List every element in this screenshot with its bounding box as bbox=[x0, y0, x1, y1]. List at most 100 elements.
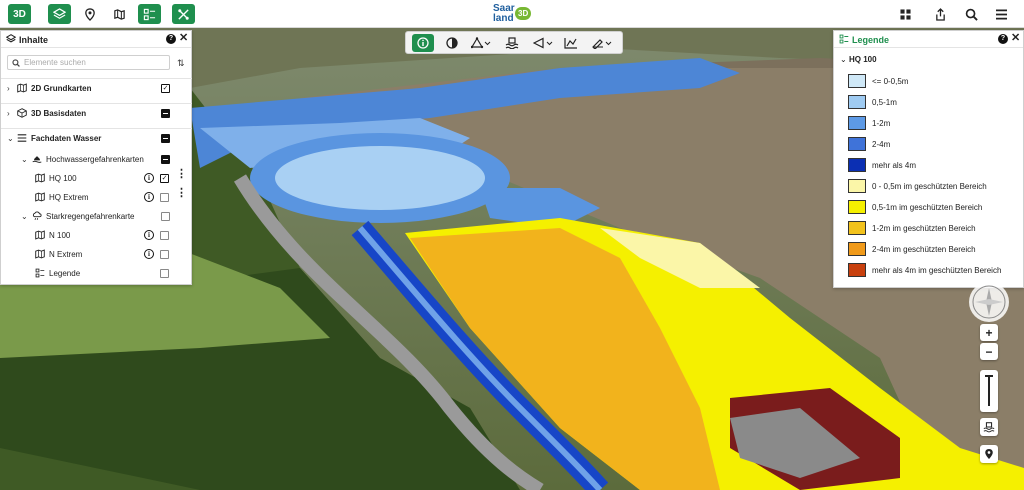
draw-pencil-icon bbox=[592, 39, 612, 49]
legend-swatch bbox=[848, 158, 866, 172]
layers-button[interactable] bbox=[48, 4, 71, 24]
legend-item: mehr als 4m im geschützten Bereich bbox=[848, 263, 1024, 279]
map-icon bbox=[35, 192, 45, 202]
info-icon[interactable]: i bbox=[144, 192, 154, 202]
tree-item-fachdaten-wasser[interactable]: ⌄ Fachdaten Wasser bbox=[1, 128, 192, 147]
visibility-checkbox[interactable] bbox=[160, 269, 169, 278]
flood-tool-button[interactable] bbox=[502, 34, 522, 52]
more-options-icon[interactable]: ⋮ bbox=[176, 169, 187, 180]
map-routes-button[interactable] bbox=[108, 4, 131, 24]
tree-item-hochwassergefahrenkarten[interactable]: ⌄ Hochwassergefahrenkarten bbox=[1, 150, 192, 169]
3d-toggle-button[interactable]: 3D bbox=[8, 4, 31, 24]
shadow-tool-button[interactable] bbox=[444, 34, 460, 52]
compass[interactable] bbox=[969, 282, 1009, 322]
chevron-right-icon[interactable]: › bbox=[7, 84, 10, 93]
location-pin-icon bbox=[84, 7, 95, 21]
info-tool-button[interactable] bbox=[412, 34, 434, 52]
tree-item-hq-100[interactable]: HQ 100 i ✓ ⋮ bbox=[1, 169, 192, 188]
visibility-checkbox[interactable]: ✓ bbox=[160, 174, 169, 183]
rain-cloud-icon bbox=[32, 211, 42, 221]
legend-item-label: mehr als 4m im geschützten Bereich bbox=[872, 266, 1002, 275]
legend-swatch bbox=[848, 116, 866, 130]
visibility-checkbox[interactable] bbox=[161, 155, 170, 164]
map-route-icon bbox=[114, 8, 125, 20]
tree-item-hq-extrem[interactable]: HQ Extrem i ⋮ bbox=[1, 188, 192, 207]
visibility-checkbox[interactable] bbox=[161, 212, 170, 221]
location-pin-icon bbox=[985, 449, 993, 459]
legend-item-label: 1-2m bbox=[872, 119, 891, 128]
chevron-down-icon[interactable]: ⌄ bbox=[7, 134, 14, 143]
legend-item-label: 0 - 0,5m im geschützten Bereich bbox=[872, 182, 987, 191]
legend-swatch bbox=[848, 263, 866, 277]
flood-view-button[interactable] bbox=[980, 418, 998, 436]
hamburger-menu-icon bbox=[996, 8, 1007, 20]
layer-search-box bbox=[7, 55, 170, 70]
map-toolbar bbox=[405, 31, 623, 54]
layers-icon bbox=[53, 7, 66, 19]
visibility-checkbox[interactable] bbox=[160, 250, 169, 259]
close-icon[interactable]: ✕ bbox=[179, 33, 188, 44]
help-icon[interactable]: ? bbox=[998, 34, 1008, 44]
search-button[interactable] bbox=[960, 4, 983, 24]
view-tool-button[interactable] bbox=[530, 34, 556, 52]
legend-item-label: <= 0-0,5m bbox=[872, 77, 909, 86]
tree-item-3d-basisdaten[interactable]: › 3D Basisdaten bbox=[1, 103, 192, 122]
measure-tool-button[interactable] bbox=[468, 34, 494, 52]
visibility-checkbox[interactable] bbox=[161, 109, 170, 118]
tools-button[interactable] bbox=[172, 4, 195, 24]
tree-item-n-extrem[interactable]: N Extrem i bbox=[1, 245, 192, 264]
tree-item-legende[interactable]: Legende bbox=[1, 264, 192, 283]
visibility-checkbox[interactable]: ✓ bbox=[161, 84, 170, 93]
zoom-out-button[interactable]: − bbox=[980, 343, 998, 360]
sort-icon[interactable]: ⇅ bbox=[177, 58, 185, 69]
legend-item-label: 0,5-1m bbox=[872, 98, 897, 107]
visibility-checkbox[interactable] bbox=[160, 193, 169, 202]
zoom-in-button[interactable]: + bbox=[980, 324, 998, 341]
flood-simulation-icon bbox=[505, 37, 519, 49]
info-icon[interactable]: i bbox=[144, 230, 154, 240]
tree-item-starkregengefahrenkarte[interactable]: ⌄ Starkregengefahrenkarte bbox=[1, 207, 192, 226]
visibility-checkbox[interactable] bbox=[160, 231, 169, 240]
legend-item: 0,5-1m bbox=[848, 95, 1024, 111]
profile-tool-button[interactable] bbox=[562, 34, 580, 52]
legend-item: 1-2m im geschützten Bereich bbox=[848, 221, 1024, 237]
tree-item-label: HQ Extrem bbox=[49, 193, 89, 202]
my-location-button[interactable] bbox=[980, 445, 998, 463]
legend-swatch bbox=[848, 74, 866, 88]
location-pin-button[interactable] bbox=[78, 4, 101, 24]
legend-icon bbox=[35, 268, 45, 278]
layer-search-input[interactable] bbox=[24, 57, 164, 68]
legend-icon bbox=[839, 34, 849, 44]
tree-item-label: N Extrem bbox=[49, 250, 83, 259]
legend-item-label: 2-4m im geschützten Bereich bbox=[872, 245, 976, 254]
legend-item: mehr als 4m bbox=[848, 158, 1024, 174]
help-icon[interactable]: ? bbox=[166, 34, 176, 44]
info-icon[interactable]: i bbox=[144, 173, 154, 183]
tilt-slider[interactable] bbox=[980, 370, 998, 412]
close-icon[interactable]: ✕ bbox=[1011, 33, 1020, 44]
chevron-down-icon[interactable]: ⌄ bbox=[840, 55, 847, 64]
draw-tool-button[interactable] bbox=[588, 34, 616, 52]
more-options-icon[interactable]: ⋮ bbox=[176, 188, 187, 199]
share-button[interactable] bbox=[929, 4, 952, 24]
apps-grid-button[interactable] bbox=[894, 4, 917, 24]
sun-shadow-icon bbox=[446, 37, 458, 49]
search-icon bbox=[965, 8, 978, 21]
map-icon bbox=[35, 173, 45, 183]
tree-item-2d-grundkarten[interactable]: › 2D Grundkarten ✓ bbox=[1, 78, 192, 97]
visibility-checkbox[interactable] bbox=[161, 134, 170, 143]
main-menu-button[interactable] bbox=[990, 4, 1013, 24]
legend-item: 1-2m bbox=[848, 116, 1024, 132]
info-icon bbox=[417, 37, 429, 49]
tree-item-n-100[interactable]: N 100 i bbox=[1, 226, 192, 245]
legend-item: 0 - 0,5m im geschützten Bereich bbox=[848, 179, 1024, 195]
legend-swatch bbox=[848, 95, 866, 109]
legend-toggle-button[interactable] bbox=[138, 4, 161, 24]
zoom-out-label: − bbox=[985, 344, 993, 359]
chevron-down-icon[interactable]: ⌄ bbox=[21, 212, 28, 221]
chevron-right-icon[interactable]: › bbox=[7, 109, 10, 118]
legend-item: 0,5-1m im geschützten Bereich bbox=[848, 200, 1024, 216]
chevron-down-icon[interactable]: ⌄ bbox=[21, 155, 28, 164]
tree-item-label: HQ 100 bbox=[49, 174, 77, 183]
info-icon[interactable]: i bbox=[144, 249, 154, 259]
